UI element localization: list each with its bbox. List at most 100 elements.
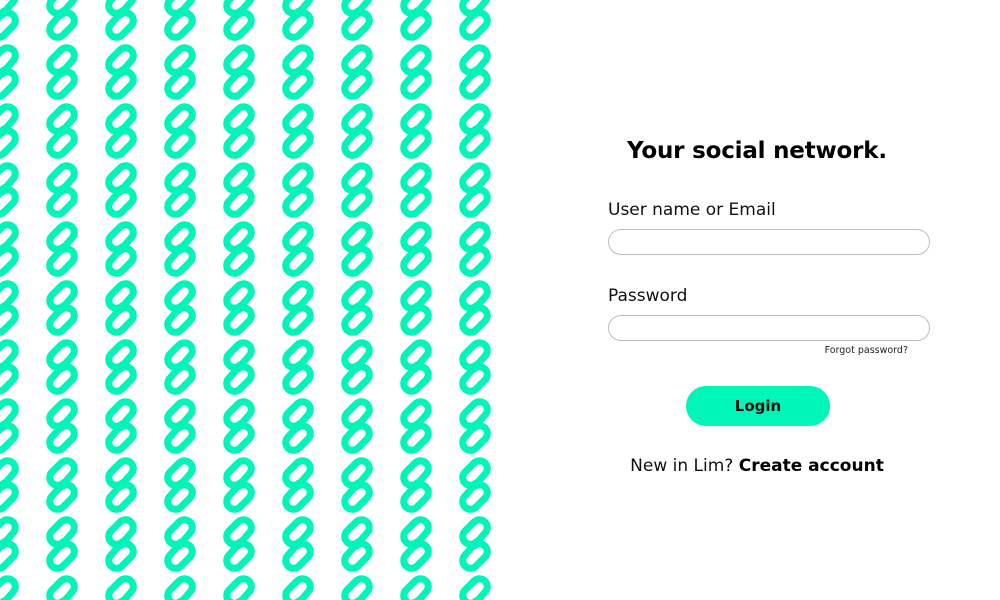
- infinity-knot-icon: [404, 48, 429, 97]
- infinity-knot-icon: [168, 402, 193, 451]
- infinity-knot-icon: [50, 166, 75, 215]
- infinity-knot-icon: [227, 225, 252, 274]
- infinity-knot-icon: [227, 107, 252, 156]
- infinity-knot-icon: [404, 284, 429, 333]
- infinity-knot-icon: [109, 0, 134, 37]
- infinity-knot-icon: [286, 284, 311, 333]
- infinity-knot-icon: [50, 343, 75, 392]
- login-page: Your social network. User name or Email …: [0, 0, 1000, 600]
- infinity-knot-icon: [109, 402, 134, 451]
- infinity-knot-icon: [50, 48, 75, 97]
- password-input[interactable]: [608, 315, 930, 341]
- infinity-knot-icon: [404, 0, 429, 37]
- infinity-knot-icon: [404, 461, 429, 510]
- infinity-knot-icon: [168, 284, 193, 333]
- login-panel: Your social network. User name or Email …: [500, 0, 1000, 600]
- infinity-knot-icon: [50, 107, 75, 156]
- infinity-knot-icon: [463, 166, 488, 215]
- forgot-password-link[interactable]: Forgot password?: [825, 345, 908, 356]
- infinity-knot-icon: [168, 0, 193, 37]
- infinity-knot-icon: [404, 166, 429, 215]
- infinity-knot-icon: [463, 402, 488, 451]
- infinity-knot-icon: [0, 166, 15, 215]
- infinity-knot-icon: [168, 107, 193, 156]
- infinity-knot-icon: [345, 343, 370, 392]
- infinity-knot-icon: [345, 284, 370, 333]
- infinity-knot-icon: [286, 343, 311, 392]
- infinity-knot-icon: [286, 107, 311, 156]
- infinity-knot-icon: [345, 48, 370, 97]
- infinity-knot-icon: [109, 579, 134, 600]
- infinity-knot-icon: [50, 284, 75, 333]
- infinity-knot-icon: [345, 461, 370, 510]
- infinity-knot-icon: [109, 520, 134, 569]
- infinity-knot-icon: [345, 0, 370, 37]
- infinity-knot-icon: [0, 343, 15, 392]
- infinity-knot-icon: [463, 579, 488, 600]
- infinity-knot-icon: [0, 402, 15, 451]
- infinity-knot-icon: [168, 343, 193, 392]
- infinity-knot-icon: [463, 107, 488, 156]
- infinity-knot-icon: [286, 166, 311, 215]
- infinity-knot-icon: [463, 0, 488, 37]
- username-input[interactable]: [608, 229, 930, 255]
- infinity-knot-icon: [50, 0, 75, 37]
- brand-pattern: [0, 0, 500, 600]
- tagline: Your social network.: [627, 138, 887, 164]
- infinity-knot-icon: [345, 225, 370, 274]
- infinity-knot-icon: [168, 461, 193, 510]
- infinity-knot-icon: [227, 48, 252, 97]
- infinity-knot-icon: [0, 461, 15, 510]
- infinity-knot-icon: [168, 166, 193, 215]
- infinity-knot-icon: [168, 520, 193, 569]
- infinity-knot-icon: [286, 402, 311, 451]
- infinity-knot-icon: [463, 225, 488, 274]
- infinity-knot-icon: [345, 107, 370, 156]
- login-button[interactable]: Login: [686, 386, 830, 426]
- infinity-knot-icon: [404, 520, 429, 569]
- infinity-knot-icon: [463, 520, 488, 569]
- infinity-knot-icon: [227, 343, 252, 392]
- infinity-knot-icon: [227, 520, 252, 569]
- infinity-knot-icon: [109, 343, 134, 392]
- infinity-knot-icon: [345, 579, 370, 600]
- infinity-knot-icon: [345, 520, 370, 569]
- infinity-knot-icon: [227, 579, 252, 600]
- infinity-knot-icon: [50, 225, 75, 274]
- infinity-knot-icon: [0, 284, 15, 333]
- infinity-knot-icon: [286, 225, 311, 274]
- password-label: Password: [608, 286, 688, 306]
- infinity-knot-icon: [404, 343, 429, 392]
- signup-prompt: New in Lim?: [630, 456, 734, 476]
- infinity-knot-icon: [286, 461, 311, 510]
- infinity-knot-icon: [168, 48, 193, 97]
- infinity-knot-icon: [404, 225, 429, 274]
- infinity-knot-icon: [109, 166, 134, 215]
- infinity-knot-icon: [0, 225, 15, 274]
- infinity-knot-icon: [463, 284, 488, 333]
- infinity-knot-icon: [227, 0, 252, 37]
- infinity-knot-icon: [0, 579, 15, 600]
- infinity-knot-icon: [109, 48, 134, 97]
- infinity-knot-icon: [463, 461, 488, 510]
- infinity-knot-icon: [50, 461, 75, 510]
- signup-row: New in Lim? Create account: [500, 456, 1000, 476]
- infinity-knot-icon: [286, 48, 311, 97]
- infinity-knot-icon: [168, 225, 193, 274]
- infinity-knot-icon: [168, 579, 193, 600]
- create-account-link[interactable]: Create account: [739, 456, 884, 476]
- infinity-knot-icon: [404, 402, 429, 451]
- infinity-knot-icon: [0, 0, 15, 37]
- infinity-knot-icon: [0, 107, 15, 156]
- infinity-knot-icon: [227, 461, 252, 510]
- infinity-knot-icon: [109, 461, 134, 510]
- username-label: User name or Email: [608, 200, 776, 220]
- infinity-knot-icon: [50, 520, 75, 569]
- infinity-knot-icon: [227, 402, 252, 451]
- infinity-knot-icon: [50, 579, 75, 600]
- infinity-knot-icon: [404, 579, 429, 600]
- infinity-knot-icon: [345, 166, 370, 215]
- infinity-knot-icon: [345, 402, 370, 451]
- brand-pattern-panel: [0, 0, 500, 600]
- infinity-knot-icon: [0, 520, 15, 569]
